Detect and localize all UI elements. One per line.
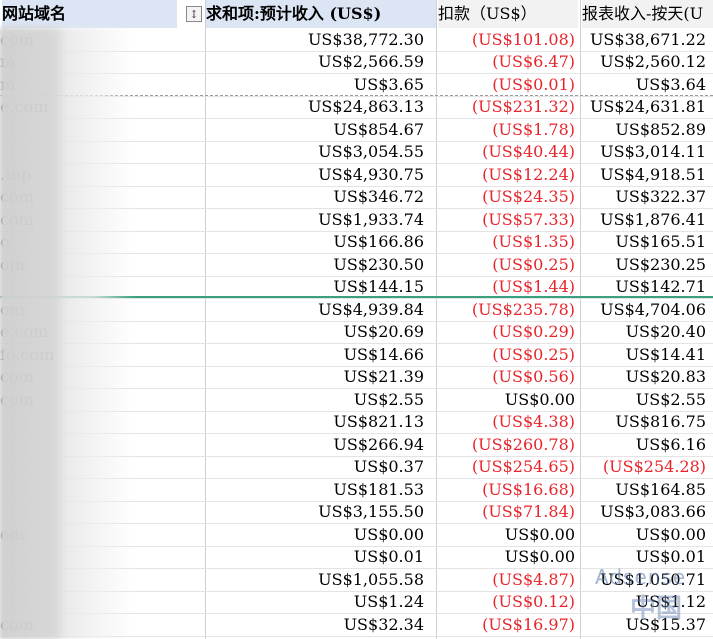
redaction-blur <box>0 28 60 639</box>
cell-estimated-revenue[interactable]: US$2,566.59 <box>206 51 424 74</box>
cell-report-revenue[interactable]: US$4,704.06 <box>582 299 706 322</box>
cell-deduction[interactable]: US$0.00 <box>438 546 575 569</box>
cell-report-revenue[interactable]: US$2,560.12 <box>582 51 706 74</box>
cell-deduction[interactable]: (US$0.01) <box>438 74 575 97</box>
cell-report-revenue[interactable]: US$14.41 <box>582 344 706 367</box>
watermark-text: Adsense <box>595 565 687 589</box>
cell-report-revenue[interactable]: US$230.25 <box>582 254 706 277</box>
cell-estimated-revenue[interactable]: US$346.72 <box>206 186 424 209</box>
cell-estimated-revenue[interactable]: US$1,055.58 <box>206 569 424 592</box>
cell-report-revenue[interactable]: US$0.00 <box>582 524 706 547</box>
cell-estimated-revenue[interactable]: US$166.86 <box>206 231 424 254</box>
header-row: 网站域名 ↕ 求和项:预计收入 (US$) 扣款（US$） 报表收入-按天(U <box>0 0 713 28</box>
cell-estimated-revenue[interactable]: US$3,155.50 <box>206 501 424 524</box>
cell-deduction[interactable]: (US$16.97) <box>438 614 575 637</box>
cell-report-revenue[interactable]: US$1,876.41 <box>582 209 706 232</box>
cell-deduction[interactable]: (US$4.87) <box>438 569 575 592</box>
cell-deduction[interactable]: (US$12.24) <box>438 164 575 187</box>
cell-deduction[interactable]: (US$1.35) <box>438 231 575 254</box>
cell-report-revenue[interactable]: US$164.85 <box>582 479 706 502</box>
cell-report-revenue[interactable]: US$24,631.81 <box>582 96 706 119</box>
cell-deduction[interactable]: (US$71.84) <box>438 501 575 524</box>
cell-estimated-revenue[interactable]: US$21.39 <box>206 366 424 389</box>
cell-estimated-revenue[interactable]: US$1.24 <box>206 591 424 614</box>
cell-report-revenue[interactable]: US$20.40 <box>582 321 706 344</box>
cell-report-revenue[interactable]: US$3,083.66 <box>582 501 706 524</box>
cell-deduction[interactable]: (US$254.65) <box>438 456 575 479</box>
cell-report-revenue[interactable]: US$165.51 <box>582 231 706 254</box>
cell-deduction[interactable]: (US$0.25) <box>438 254 575 277</box>
cell-report-revenue[interactable]: US$3,014.11 <box>582 141 706 164</box>
pivot-table-sheet: 网站域名 ↕ 求和项:预计收入 (US$) 扣款（US$） 报表收入-按天(U … <box>0 0 713 639</box>
cell-deduction[interactable]: (US$1.78) <box>438 119 575 142</box>
cell-report-revenue[interactable]: US$322.37 <box>582 186 706 209</box>
cell-estimated-revenue[interactable]: US$4,939.84 <box>206 299 424 322</box>
cell-estimated-revenue[interactable]: US$2.55 <box>206 389 424 412</box>
cell-estimated-revenue[interactable]: US$24,863.13 <box>206 96 424 119</box>
cell-report-revenue[interactable]: US$816.75 <box>582 411 706 434</box>
cell-deduction[interactable]: (US$40.44) <box>438 141 575 164</box>
column-header-deduction[interactable]: 扣款（US$） <box>438 0 578 28</box>
cell-deduction[interactable]: (US$6.47) <box>438 51 575 74</box>
column-header-domain[interactable]: 网站域名 <box>2 0 177 28</box>
cell-estimated-revenue[interactable]: US$0.37 <box>206 456 424 479</box>
cell-deduction[interactable]: (US$24.35) <box>438 186 575 209</box>
cell-estimated-revenue[interactable]: US$854.67 <box>206 119 424 142</box>
cell-deduction[interactable]: US$0.00 <box>438 524 575 547</box>
cell-deduction[interactable]: (US$101.08) <box>438 29 575 52</box>
cell-estimated-revenue[interactable]: US$181.53 <box>206 479 424 502</box>
cell-deduction[interactable]: (US$4.38) <box>438 411 575 434</box>
cell-deduction[interactable]: (US$0.12) <box>438 591 575 614</box>
cell-estimated-revenue[interactable]: US$821.13 <box>206 411 424 434</box>
cell-estimated-revenue[interactable]: US$38,772.30 <box>206 29 424 52</box>
cell-estimated-revenue[interactable]: US$266.94 <box>206 434 424 457</box>
cell-estimated-revenue[interactable]: US$0.01 <box>206 546 424 569</box>
column-header-estimated-revenue[interactable]: 求和项:预计收入 (US$) <box>206 0 436 28</box>
filter-dropdown-icon[interactable]: ↕ <box>186 6 202 22</box>
cell-report-revenue[interactable]: (US$254.28) <box>582 456 706 479</box>
cell-deduction[interactable]: (US$260.78) <box>438 434 575 457</box>
cell-deduction[interactable]: (US$0.56) <box>438 366 575 389</box>
cell-estimated-revenue[interactable]: US$14.66 <box>206 344 424 367</box>
column-header-report-revenue[interactable]: 报表收入-按天(U <box>582 0 713 28</box>
cell-estimated-revenue[interactable]: US$0.00 <box>206 524 424 547</box>
cell-estimated-revenue[interactable]: US$1,933.74 <box>206 209 424 232</box>
cell-deduction[interactable]: (US$0.25) <box>438 344 575 367</box>
cell-estimated-revenue[interactable]: US$3,054.55 <box>206 141 424 164</box>
cell-estimated-revenue[interactable]: US$230.50 <box>206 254 424 277</box>
cell-deduction[interactable]: (US$231.32) <box>438 96 575 119</box>
cell-estimated-revenue[interactable]: US$20.69 <box>206 321 424 344</box>
cell-estimated-revenue[interactable]: US$3.65 <box>206 74 424 97</box>
cell-report-revenue[interactable]: US$4,918.51 <box>582 164 706 187</box>
cell-estimated-revenue[interactable]: US$32.34 <box>206 614 424 637</box>
cell-report-revenue[interactable]: US$852.89 <box>582 119 706 142</box>
cell-report-revenue[interactable]: US$2.55 <box>582 389 706 412</box>
cell-estimated-revenue[interactable]: US$4,930.75 <box>206 164 424 187</box>
cell-deduction[interactable]: (US$235.78) <box>438 299 575 322</box>
cell-deduction[interactable]: (US$16.68) <box>438 479 575 502</box>
cell-report-revenue[interactable]: US$6.16 <box>582 434 706 457</box>
watermark-text-cn: 中国 <box>630 594 683 624</box>
cell-report-revenue[interactable]: US$20.83 <box>582 366 706 389</box>
cell-deduction[interactable]: (US$57.33) <box>438 209 575 232</box>
cell-report-revenue[interactable]: US$3.64 <box>582 74 706 97</box>
cell-deduction[interactable]: US$0.00 <box>438 389 575 412</box>
cell-report-revenue[interactable]: US$38,671.22 <box>582 29 706 52</box>
cell-deduction[interactable]: (US$0.29) <box>438 321 575 344</box>
